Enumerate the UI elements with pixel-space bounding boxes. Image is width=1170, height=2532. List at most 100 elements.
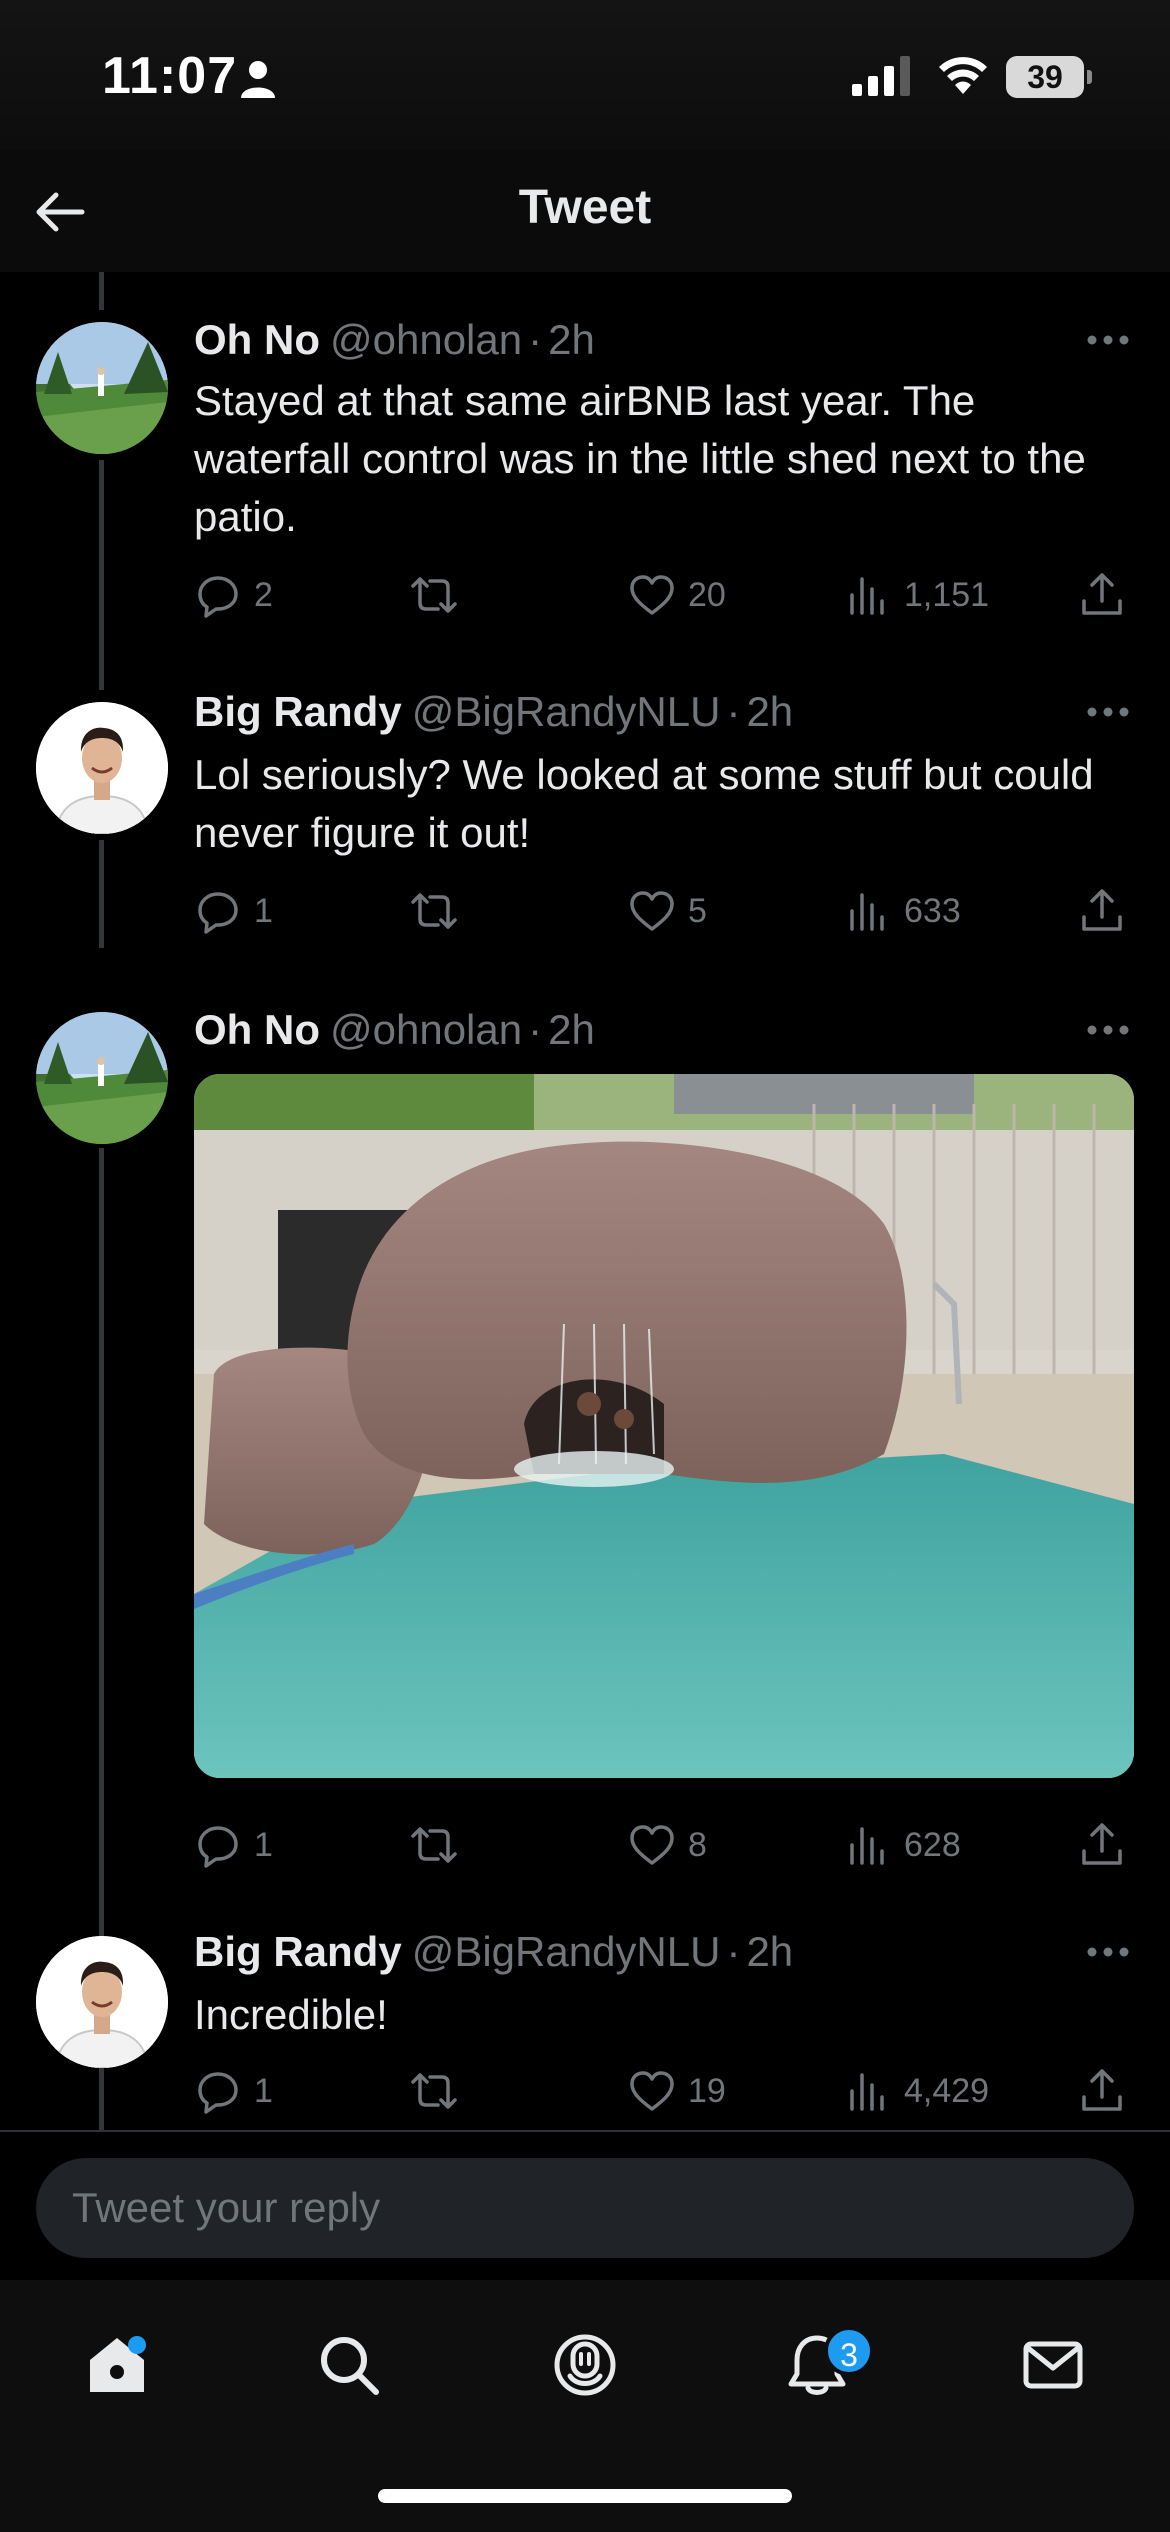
reply-icon (198, 892, 238, 934)
thread-line (99, 272, 104, 310)
thread-line (99, 460, 104, 690)
tweet-header: Big Randy @BigRandyNLU · 2h (194, 688, 793, 736)
tweet-thread: Oh No @ohnolan · 2h Stayed at that same air… (0, 272, 1170, 2130)
status-bar: 11:07 39 (0, 0, 1170, 150)
tweet-header: Oh No @ohnolan · 2h (194, 316, 595, 364)
separator-dot: · (528, 1006, 543, 1053)
tweet-text: Incredible! (194, 1991, 388, 2038)
tweet-time: 2h (746, 1928, 794, 1975)
tab-home[interactable] (72, 2320, 162, 2410)
avatar[interactable] (36, 1012, 168, 1144)
separator-dot: · (726, 688, 741, 735)
author-name[interactable]: Oh No (194, 316, 320, 363)
share-icon (1082, 573, 1122, 615)
like-button[interactable]: 19 (628, 2066, 726, 2116)
tweet-time: 2h (746, 688, 794, 735)
retweet-button[interactable] (410, 2066, 458, 2116)
tweet-time: 2h (548, 1006, 595, 1053)
like-button[interactable]: 5 (628, 886, 707, 936)
views-icon (850, 1827, 884, 1865)
home-indicator[interactable] (378, 2489, 792, 2503)
author-handle[interactable]: @BigRandyNLU (412, 688, 721, 735)
signal-icon (852, 56, 910, 96)
person-icon (241, 61, 275, 98)
battery-indicator: 39 (1006, 56, 1092, 98)
page-title: Tweet (518, 181, 652, 234)
reply-count: 1 (254, 1825, 273, 1864)
reply-count: 1 (254, 891, 273, 930)
more-options-icon[interactable] (1086, 1024, 1130, 1036)
separator-dot: · (726, 1928, 741, 1975)
tweet-time: 2h (548, 316, 595, 363)
views-button[interactable]: 633 (844, 886, 961, 936)
more-options-icon[interactable] (1086, 1946, 1130, 1958)
reply-button[interactable]: 1 (194, 1820, 273, 1870)
tab-messages[interactable] (1008, 2320, 1098, 2410)
views-icon (850, 893, 884, 931)
share-button[interactable] (1078, 2066, 1126, 2116)
views-icon (850, 2073, 884, 2111)
like-button[interactable]: 8 (628, 1820, 707, 1870)
retweet-icon (411, 2073, 457, 2109)
heart-icon (630, 2071, 674, 2111)
avatar[interactable] (36, 322, 168, 454)
like-button[interactable]: 20 (628, 570, 726, 620)
reply-button[interactable]: 1 (194, 886, 273, 936)
status-time: 11:07 (102, 47, 238, 105)
header: Tweet (0, 150, 1170, 272)
share-icon (1082, 2069, 1122, 2111)
retweet-button[interactable] (410, 570, 458, 620)
reply-button[interactable]: 1 (194, 2066, 273, 2116)
view-count: 4,429 (904, 2071, 990, 2110)
heart-icon (630, 575, 674, 615)
thread-line (99, 2078, 104, 2130)
more-options-icon[interactable] (1086, 334, 1130, 346)
tweet-media-image[interactable] (194, 1074, 1134, 1778)
battery-cap (1087, 70, 1092, 84)
reply-icon (198, 576, 238, 618)
retweet-icon (411, 893, 457, 929)
tab-notifications[interactable]: 3 (772, 2320, 874, 2410)
like-count: 19 (688, 2071, 726, 2110)
author-handle[interactable]: @BigRandyNLU (412, 1928, 721, 1975)
retweet-button[interactable] (410, 886, 458, 936)
views-button[interactable]: 628 (844, 1820, 961, 1870)
avatar[interactable] (36, 702, 168, 834)
tab-spaces[interactable] (540, 2320, 630, 2410)
share-button[interactable] (1078, 886, 1126, 936)
tweet-actions: 1 8 628 (194, 1820, 1134, 1870)
tweet-header: Oh No @ohnolan · 2h (194, 1006, 595, 1054)
view-count: 1,151 (904, 575, 990, 614)
author-handle[interactable]: @ohnolan (330, 316, 522, 363)
author-name[interactable]: Big Randy (194, 1928, 402, 1975)
share-button[interactable] (1078, 1820, 1126, 1870)
share-button[interactable] (1078, 570, 1126, 620)
author-name[interactable]: Oh No (194, 1006, 320, 1053)
tweet-actions: 1 5 633 (194, 886, 1134, 936)
spaces-icon (554, 2334, 616, 2396)
reply-icon (198, 1826, 238, 1868)
view-count: 633 (904, 891, 961, 930)
tweet-actions: 1 19 4,429 (194, 2066, 1134, 2116)
reply-input[interactable] (36, 2158, 1134, 2258)
retweet-icon (411, 1827, 457, 1863)
heart-icon (630, 891, 674, 931)
views-button[interactable]: 4,429 (844, 2066, 989, 2116)
views-icon (850, 577, 884, 615)
retweet-button[interactable] (410, 1820, 458, 1870)
author-handle[interactable]: @ohnolan (330, 1006, 522, 1053)
home-unread-dot (128, 2336, 146, 2354)
tweet-actions: 2 20 1,151 (194, 570, 1134, 620)
reply-button[interactable]: 2 (194, 570, 273, 620)
tab-search[interactable] (304, 2320, 394, 2410)
retweet-icon (411, 577, 457, 613)
share-icon (1082, 1823, 1122, 1865)
avatar[interactable] (36, 1936, 168, 2068)
reply-icon (198, 2072, 238, 2114)
more-options-icon[interactable] (1086, 706, 1130, 718)
reply-count: 2 (254, 575, 273, 614)
views-button[interactable]: 1,151 (844, 570, 989, 620)
like-count: 20 (688, 575, 726, 614)
author-name[interactable]: Big Randy (194, 688, 402, 735)
reply-bar (0, 2130, 1170, 2280)
